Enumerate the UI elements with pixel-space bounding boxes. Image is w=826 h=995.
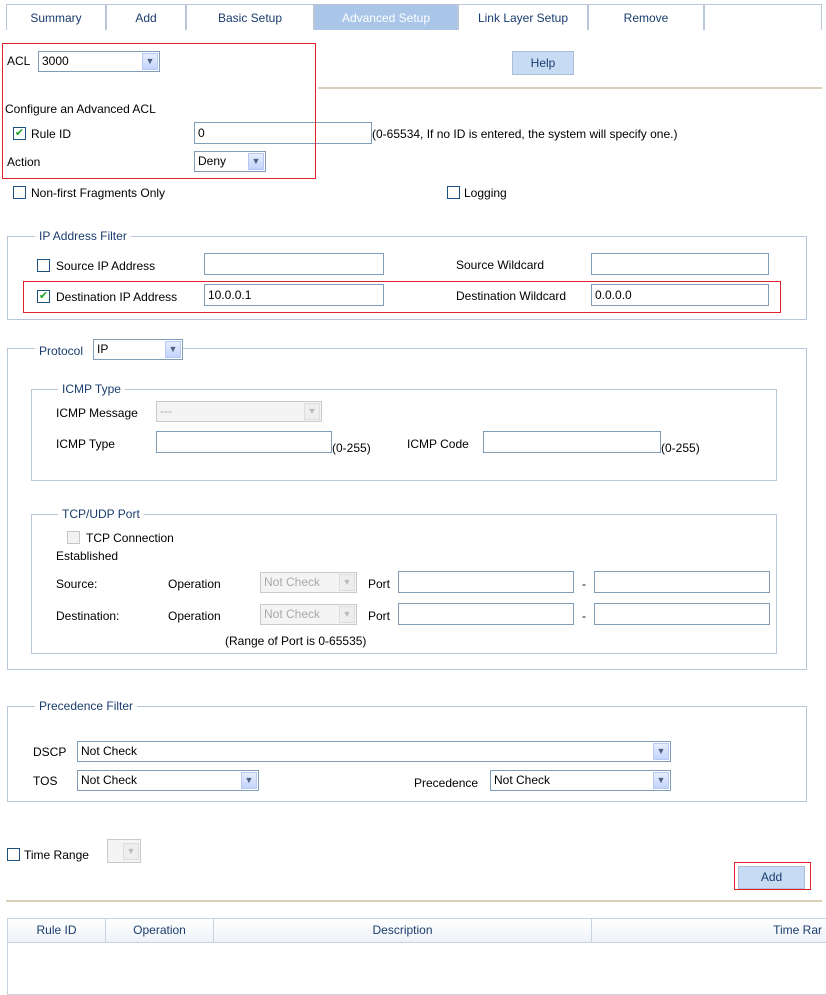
precedence-legend: Precedence Filter (35, 699, 138, 713)
chevron-down-icon: ▼ (241, 772, 257, 789)
source-port-to-input[interactable] (594, 571, 770, 593)
divider (6, 900, 822, 902)
tab-basic-setup[interactable]: Basic Setup (186, 4, 314, 30)
tab-add[interactable]: Add (106, 4, 186, 30)
tos-value: Not Check (81, 773, 138, 787)
source-port-text: Port (368, 577, 391, 591)
ip-filter-legend: IP Address Filter (35, 229, 131, 243)
icmp-type-label: ICMP Type (56, 437, 115, 451)
destination-port-to-input[interactable] (594, 603, 770, 625)
time-range-checkbox[interactable] (7, 848, 20, 861)
chevron-down-icon: ▼ (165, 341, 181, 358)
source-ip-input[interactable] (204, 253, 384, 275)
tab-bar: Summary Add Basic Setup Advanced Setup L… (0, 0, 826, 32)
tab-link-layer-setup[interactable]: Link Layer Setup (458, 4, 588, 30)
col-operation[interactable]: Operation (106, 918, 214, 942)
col-description[interactable]: Description (214, 918, 592, 942)
source-operation-label: Operation (168, 577, 221, 591)
port-range-note: (Range of Port is 0-65535) (225, 634, 367, 648)
chevron-down-icon: ▼ (653, 772, 669, 789)
chevron-down-icon: ▼ (123, 843, 139, 860)
source-ip-label: Source IP Address (56, 259, 156, 273)
icmp-code-input[interactable] (483, 431, 661, 453)
source-port-dash: - (582, 577, 586, 591)
source-operation-select[interactable]: Not Check ▼ (260, 572, 357, 593)
precedence-select[interactable]: Not Check ▼ (490, 770, 671, 791)
logging-label: Logging (464, 186, 507, 200)
col-rule-id[interactable]: Rule ID (8, 918, 106, 942)
destination-port-label: Destination: (56, 609, 120, 623)
icmp-fieldset (31, 389, 777, 481)
destination-operation-label: Operation (168, 609, 221, 623)
col-time-range[interactable]: Time Rar (592, 918, 826, 942)
time-range-select[interactable]: ▼ (107, 839, 141, 863)
help-button[interactable]: Help (512, 51, 574, 75)
divider (318, 87, 822, 89)
source-wildcard-input[interactable] (591, 253, 769, 275)
nonfirst-fragments-checkbox[interactable] (13, 186, 26, 199)
chevron-down-icon: ▼ (339, 606, 355, 623)
source-ip-checkbox[interactable] (37, 259, 50, 272)
protocol-value: IP (97, 342, 109, 356)
chevron-down-icon: ▼ (339, 574, 355, 591)
tab-remove[interactable]: Remove (588, 4, 704, 30)
icmp-code-label: ICMP Code (407, 437, 469, 451)
destination-port-dash: - (582, 609, 586, 623)
destination-port-from-input[interactable] (398, 603, 574, 625)
source-port-label: Source: (56, 577, 98, 591)
highlight-destination-row (23, 281, 781, 313)
chevron-down-icon: ▼ (304, 403, 320, 420)
precedence-value: Not Check (494, 773, 551, 787)
icmp-type-range: (0-255) (332, 441, 371, 455)
tos-label: TOS (33, 774, 58, 788)
tos-select[interactable]: Not Check ▼ (77, 770, 259, 791)
icmp-code-range: (0-255) (661, 441, 700, 455)
source-wildcard-label: Source Wildcard (456, 258, 545, 272)
tcpudp-legend: TCP/UDP Port (58, 507, 144, 521)
icmp-message-label: ICMP Message (56, 406, 138, 420)
icmp-type-input[interactable] (156, 431, 332, 453)
tcp-connection-checkbox[interactable] (67, 531, 80, 544)
tab-summary[interactable]: Summary (6, 4, 106, 30)
destination-port-text: Port (368, 609, 391, 623)
logging-checkbox[interactable] (447, 186, 460, 199)
source-port-from-input[interactable] (398, 571, 574, 593)
icmp-legend: ICMP Type (58, 382, 125, 396)
highlight-add-button (734, 862, 811, 890)
protocol-select[interactable]: IP ▼ (93, 339, 183, 360)
icmp-message-select[interactable]: --- ▼ (156, 401, 322, 422)
destination-operation-select[interactable]: Not Check ▼ (260, 604, 357, 625)
source-operation-value: Not Check (264, 575, 321, 589)
chevron-down-icon: ▼ (653, 743, 669, 760)
dscp-value: Not Check (81, 744, 138, 758)
highlight-acl-box (2, 43, 316, 179)
time-range-label: Time Range (24, 848, 89, 862)
icmp-message-value: --- (160, 404, 172, 418)
tcp-connection-label: TCP Connection (86, 531, 174, 545)
protocol-label: Protocol (39, 344, 84, 358)
tcp-established-label: Established (56, 549, 119, 563)
precedence-label: Precedence (414, 776, 479, 790)
rule-id-hint: (0-65534, If no ID is entered, the syste… (372, 127, 678, 141)
tab-empty (704, 4, 822, 30)
dscp-label: DSCP (33, 745, 67, 759)
destination-operation-value: Not Check (264, 607, 321, 621)
nonfirst-fragments-label: Non-first Fragments Only (31, 186, 166, 200)
tab-advanced-setup[interactable]: Advanced Setup (314, 4, 458, 30)
dscp-select[interactable]: Not Check ▼ (77, 741, 671, 762)
